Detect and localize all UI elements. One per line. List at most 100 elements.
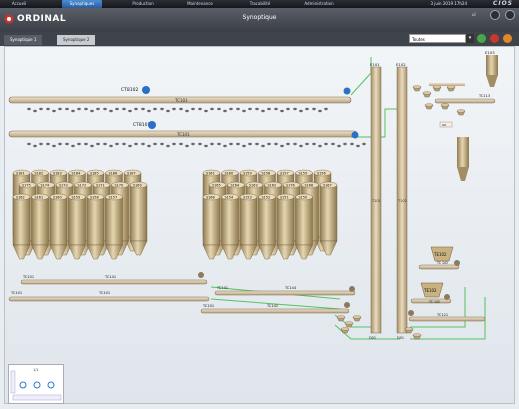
discharge-gate-icon[interactable] [255, 142, 271, 148]
discharge-gate-icon[interactable] [141, 107, 157, 113]
conveyor-tc142[interactable]: TC101 TC142 [200, 304, 350, 314]
valve-icon[interactable] [344, 321, 354, 328]
hopper-te102-b[interactable]: TE102 TC 102 [410, 282, 452, 304]
minimize-icon[interactable] [490, 10, 500, 20]
silo[interactable]: S159 [68, 193, 86, 260]
small-silo-right[interactable] [457, 137, 469, 181]
discharge-gate-icon[interactable] [331, 142, 347, 148]
discharge-gate-icon[interactable] [293, 142, 309, 148]
silo[interactable]: S157 [105, 193, 123, 260]
silo[interactable]: S167 [319, 181, 338, 256]
discharge-gate-icon[interactable] [27, 107, 43, 113]
valve-icon[interactable] [424, 103, 434, 110]
discharge-gate-icon[interactable] [160, 107, 176, 113]
settings-icon[interactable] [503, 34, 512, 43]
valve-icon[interactable] [432, 85, 442, 92]
nav-item-synoptiques[interactable]: Synoptiques [62, 0, 102, 8]
elevator-e101[interactable]: E101 T101 [370, 62, 382, 334]
valve-icon[interactable] [422, 91, 432, 98]
discharge-gate-icon[interactable] [65, 142, 81, 148]
ct-top-motor-icon[interactable] [142, 86, 150, 94]
silo[interactable]: S161 [31, 193, 49, 260]
valve-icon[interactable] [446, 85, 456, 92]
discharge-gate-icon[interactable] [312, 142, 328, 148]
nav-item-accueil[interactable]: Accueil [4, 0, 34, 8]
conveyor-tc113[interactable]: TC113 [434, 94, 496, 104]
conveyor-tc144[interactable]: TC101 TC144 [214, 286, 356, 296]
discharge-gate-icon[interactable] [274, 142, 290, 148]
nav-item-tracabilite[interactable]: Tracabilité [240, 0, 280, 8]
discharge-gate-icon[interactable] [198, 142, 214, 148]
discharge-gate-icon[interactable] [84, 107, 100, 113]
discharge-gate-icon[interactable] [103, 107, 119, 113]
filter-select[interactable]: Toutes [409, 34, 466, 43]
discharge-gate-icon[interactable] [122, 107, 138, 113]
silo[interactable]: S168 [202, 193, 221, 260]
sound-icon[interactable] [490, 34, 499, 43]
discharge-gate-icon[interactable] [217, 107, 233, 113]
discharge-gate-icon[interactable] [179, 142, 195, 148]
motor-icon[interactable] [408, 310, 414, 316]
silo[interactable]: S151 [276, 193, 295, 260]
silo[interactable]: S150 [295, 193, 313, 260]
valve-icon[interactable] [456, 109, 466, 116]
silo[interactable]: S152 [258, 193, 276, 260]
valve-icon[interactable] [440, 103, 450, 110]
conveyor-tc101-lower[interactable]: TC101 TC101 [8, 291, 210, 302]
conveyor-tc101-second[interactable]: TC101 [8, 130, 358, 138]
nav-item-maintenance[interactable]: Maintenance [180, 0, 220, 8]
silo[interactable]: S154 [221, 193, 239, 260]
discharge-gate-icon[interactable] [46, 142, 62, 148]
silo[interactable]: S169 [129, 181, 148, 256]
zoom-reset-icon[interactable] [47, 381, 55, 389]
discharge-gate-icon[interactable] [293, 107, 309, 113]
valve-icon[interactable] [412, 85, 422, 92]
belt-end-icon[interactable] [351, 131, 359, 139]
discharge-gate-icon[interactable] [274, 107, 290, 113]
discharge-gate-icon[interactable] [236, 107, 252, 113]
discharge-gate-icon[interactable] [65, 107, 81, 113]
hopper-te102-a[interactable]: TE102 TC 102 [418, 246, 460, 270]
discharge-gate-icon[interactable] [103, 142, 119, 148]
elevator-e102[interactable]: E102 T102 [396, 62, 408, 334]
motor-icon[interactable] [198, 272, 204, 278]
discharge-gate-icon[interactable] [236, 142, 252, 148]
motor-icon[interactable] [454, 260, 460, 266]
hopper-e103[interactable]: E103 [485, 50, 498, 87]
valve-icon[interactable] [352, 315, 362, 322]
close-icon[interactable] [505, 10, 515, 20]
discharge-gate-icon[interactable] [255, 107, 271, 113]
discharge-gate-icon[interactable] [122, 142, 138, 148]
tab-synoptique-1[interactable]: Synoptique 1 [4, 35, 43, 45]
discharge-gate-icon[interactable] [27, 142, 43, 148]
refresh-icon[interactable] [477, 34, 486, 43]
chevron-down-icon[interactable]: ▾ [466, 34, 474, 43]
belt-end-icon[interactable] [343, 87, 351, 95]
discharge-gate-icon[interactable] [350, 142, 366, 148]
ct-second-motor-icon[interactable] [148, 121, 156, 129]
valve-icon[interactable] [340, 327, 350, 334]
discharge-gate-icon[interactable] [141, 142, 157, 148]
discharge-gate-icon[interactable] [312, 107, 328, 113]
silo[interactable]: S158 [86, 193, 105, 260]
discharge-gate-icon[interactable] [179, 107, 195, 113]
zoom-in-icon[interactable] [19, 381, 27, 389]
motor-icon[interactable] [349, 286, 355, 292]
horizontal-scrollbar[interactable] [12, 394, 62, 401]
silo[interactable]: S153 [239, 193, 258, 260]
discharge-gate-icon[interactable] [217, 142, 233, 148]
discharge-gate-icon[interactable] [46, 107, 62, 113]
valve-icon[interactable] [412, 333, 422, 340]
discharge-gate-icon[interactable] [160, 142, 176, 148]
motor-icon[interactable] [344, 302, 350, 308]
conveyor-tc101-top[interactable]: TC101 [8, 96, 352, 104]
conveyor-tc141[interactable]: TC101 TC141 [20, 275, 208, 285]
valve-icon[interactable] [336, 315, 346, 322]
silo[interactable]: S160 [49, 193, 68, 260]
nav-item-administration[interactable]: Administration [296, 0, 342, 8]
silo[interactable]: S162 [12, 193, 31, 260]
nav-item-production[interactable]: Production [124, 0, 162, 8]
tab-synoptique-2[interactable]: Synoptique 2 [57, 35, 96, 45]
motor-icon[interactable] [444, 294, 450, 300]
zoom-out-icon[interactable] [33, 381, 41, 389]
